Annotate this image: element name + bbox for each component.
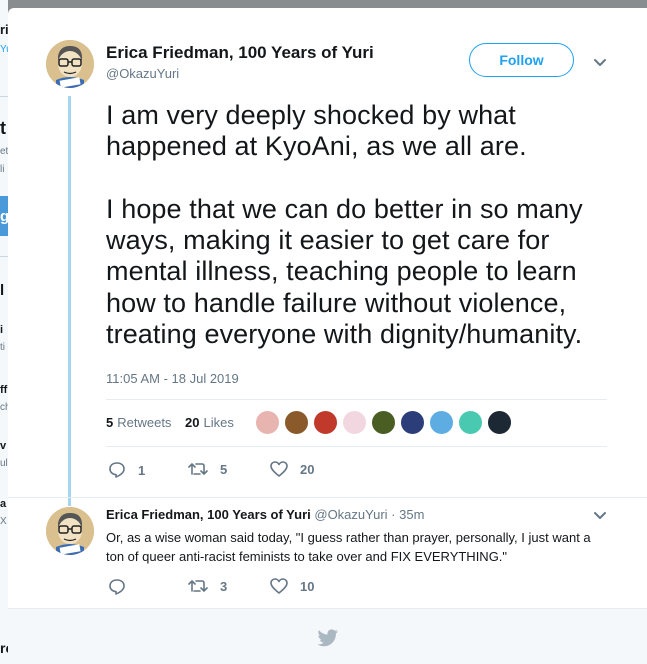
bg-fragment: l (0, 282, 5, 299)
liker-avatar[interactable] (255, 410, 280, 435)
retweet-action[interactable]: 5 (188, 461, 227, 477)
divider (106, 446, 607, 447)
heart-icon (270, 461, 288, 477)
reply-action[interactable]: 1 (108, 461, 145, 479)
like-count: 10 (300, 578, 315, 594)
liker-avatar[interactable] (429, 410, 454, 435)
author-name[interactable]: Erica Friedman, 100 Years of Yuri (106, 43, 374, 63)
reply-icon (109, 579, 125, 595)
background-page: ri Yu t et li g l i ti ff ch v ul a X re (0, 0, 8, 664)
likes-count: 20 (185, 415, 200, 430)
retweet-count: 3 (220, 578, 228, 594)
liker-avatar[interactable] (487, 410, 512, 435)
bg-fragment: a (0, 498, 7, 510)
retweets-label: Retweets (117, 415, 172, 430)
liker-avatar[interactable] (313, 410, 338, 435)
divider (8, 497, 647, 498)
reply-time[interactable]: 35m (399, 507, 424, 522)
divider (106, 399, 607, 400)
bg-fragment: t (0, 118, 6, 138)
likes-label: Likes (203, 415, 234, 430)
reply-author-avatar[interactable] (46, 507, 94, 555)
bg-fragment: ff (0, 384, 8, 396)
reply-icon (109, 462, 125, 478)
retweet-icon (188, 463, 208, 475)
retweets-stat[interactable]: 5 Retweets (106, 415, 171, 430)
liker-avatar[interactable] (284, 410, 309, 435)
twitter-bird-icon (317, 629, 338, 647)
liker-avatar[interactable] (342, 410, 367, 435)
bg-fragment: ti (0, 342, 5, 353)
author-avatar[interactable] (46, 40, 94, 88)
bg-fragment: X (0, 516, 7, 527)
liker-avatar[interactable] (371, 410, 396, 435)
tweet-timestamp[interactable]: 11:05 AM - 18 Jul 2019 (106, 371, 239, 386)
bg-fragment: et (0, 146, 8, 157)
bg-fragment: re (0, 640, 8, 656)
retweet-icon (188, 580, 208, 592)
liker-avatars (255, 410, 516, 435)
reply-separator: · (391, 507, 396, 522)
bg-fragment: ch (0, 402, 8, 413)
chevron-down-icon[interactable] (593, 58, 607, 68)
like-action[interactable]: 20 (270, 461, 314, 477)
reply-text: Or, as a wise woman said today, "I guess… (106, 530, 591, 564)
thread-line (68, 96, 71, 506)
modal-footer (8, 608, 647, 664)
reply-action[interactable] (108, 578, 138, 596)
tweet-modal: Erica Friedman, 100 Years of Yuri @Okazu… (8, 8, 647, 664)
retweets-count: 5 (106, 415, 114, 430)
liker-avatar[interactable] (458, 410, 483, 435)
bg-fragment: v (0, 440, 7, 452)
author-handle[interactable]: @OkazuYuri (106, 66, 179, 81)
reply-header: Erica Friedman, 100 Years of Yuri @Okazu… (106, 507, 424, 522)
tweet-paragraph: I hope that we can do better in so many … (106, 193, 583, 350)
cartoon-avatar-icon (46, 40, 94, 88)
reply-author-name[interactable]: Erica Friedman, 100 Years of Yuri (106, 507, 311, 522)
bg-fragment: li (0, 164, 5, 175)
liker-avatar[interactable] (400, 410, 425, 435)
retweet-action[interactable]: 3 (188, 578, 227, 594)
likes-stat[interactable]: 20 Likes (185, 415, 234, 430)
tweet-paragraph: I am very deeply shocked by what happene… (106, 100, 527, 162)
retweet-count: 5 (220, 461, 228, 477)
bg-fragment: i (0, 324, 4, 336)
like-count: 20 (300, 461, 315, 477)
reply-count: 1 (138, 462, 146, 478)
chevron-down-icon[interactable] (593, 511, 607, 521)
heart-icon (270, 578, 288, 594)
tweet-text: I am very deeply shocked by what happene… (106, 100, 626, 350)
bg-fragment: ul (0, 458, 8, 469)
like-action[interactable]: 10 (270, 578, 314, 594)
bg-fragment: ri (0, 22, 8, 37)
cartoon-avatar-icon (46, 507, 94, 555)
bg-fragment: g (0, 208, 8, 225)
follow-button[interactable]: Follow (469, 43, 574, 77)
bg-fragment: Yu (0, 44, 8, 55)
reply-author-handle[interactable]: @OkazuYuri (314, 507, 387, 522)
